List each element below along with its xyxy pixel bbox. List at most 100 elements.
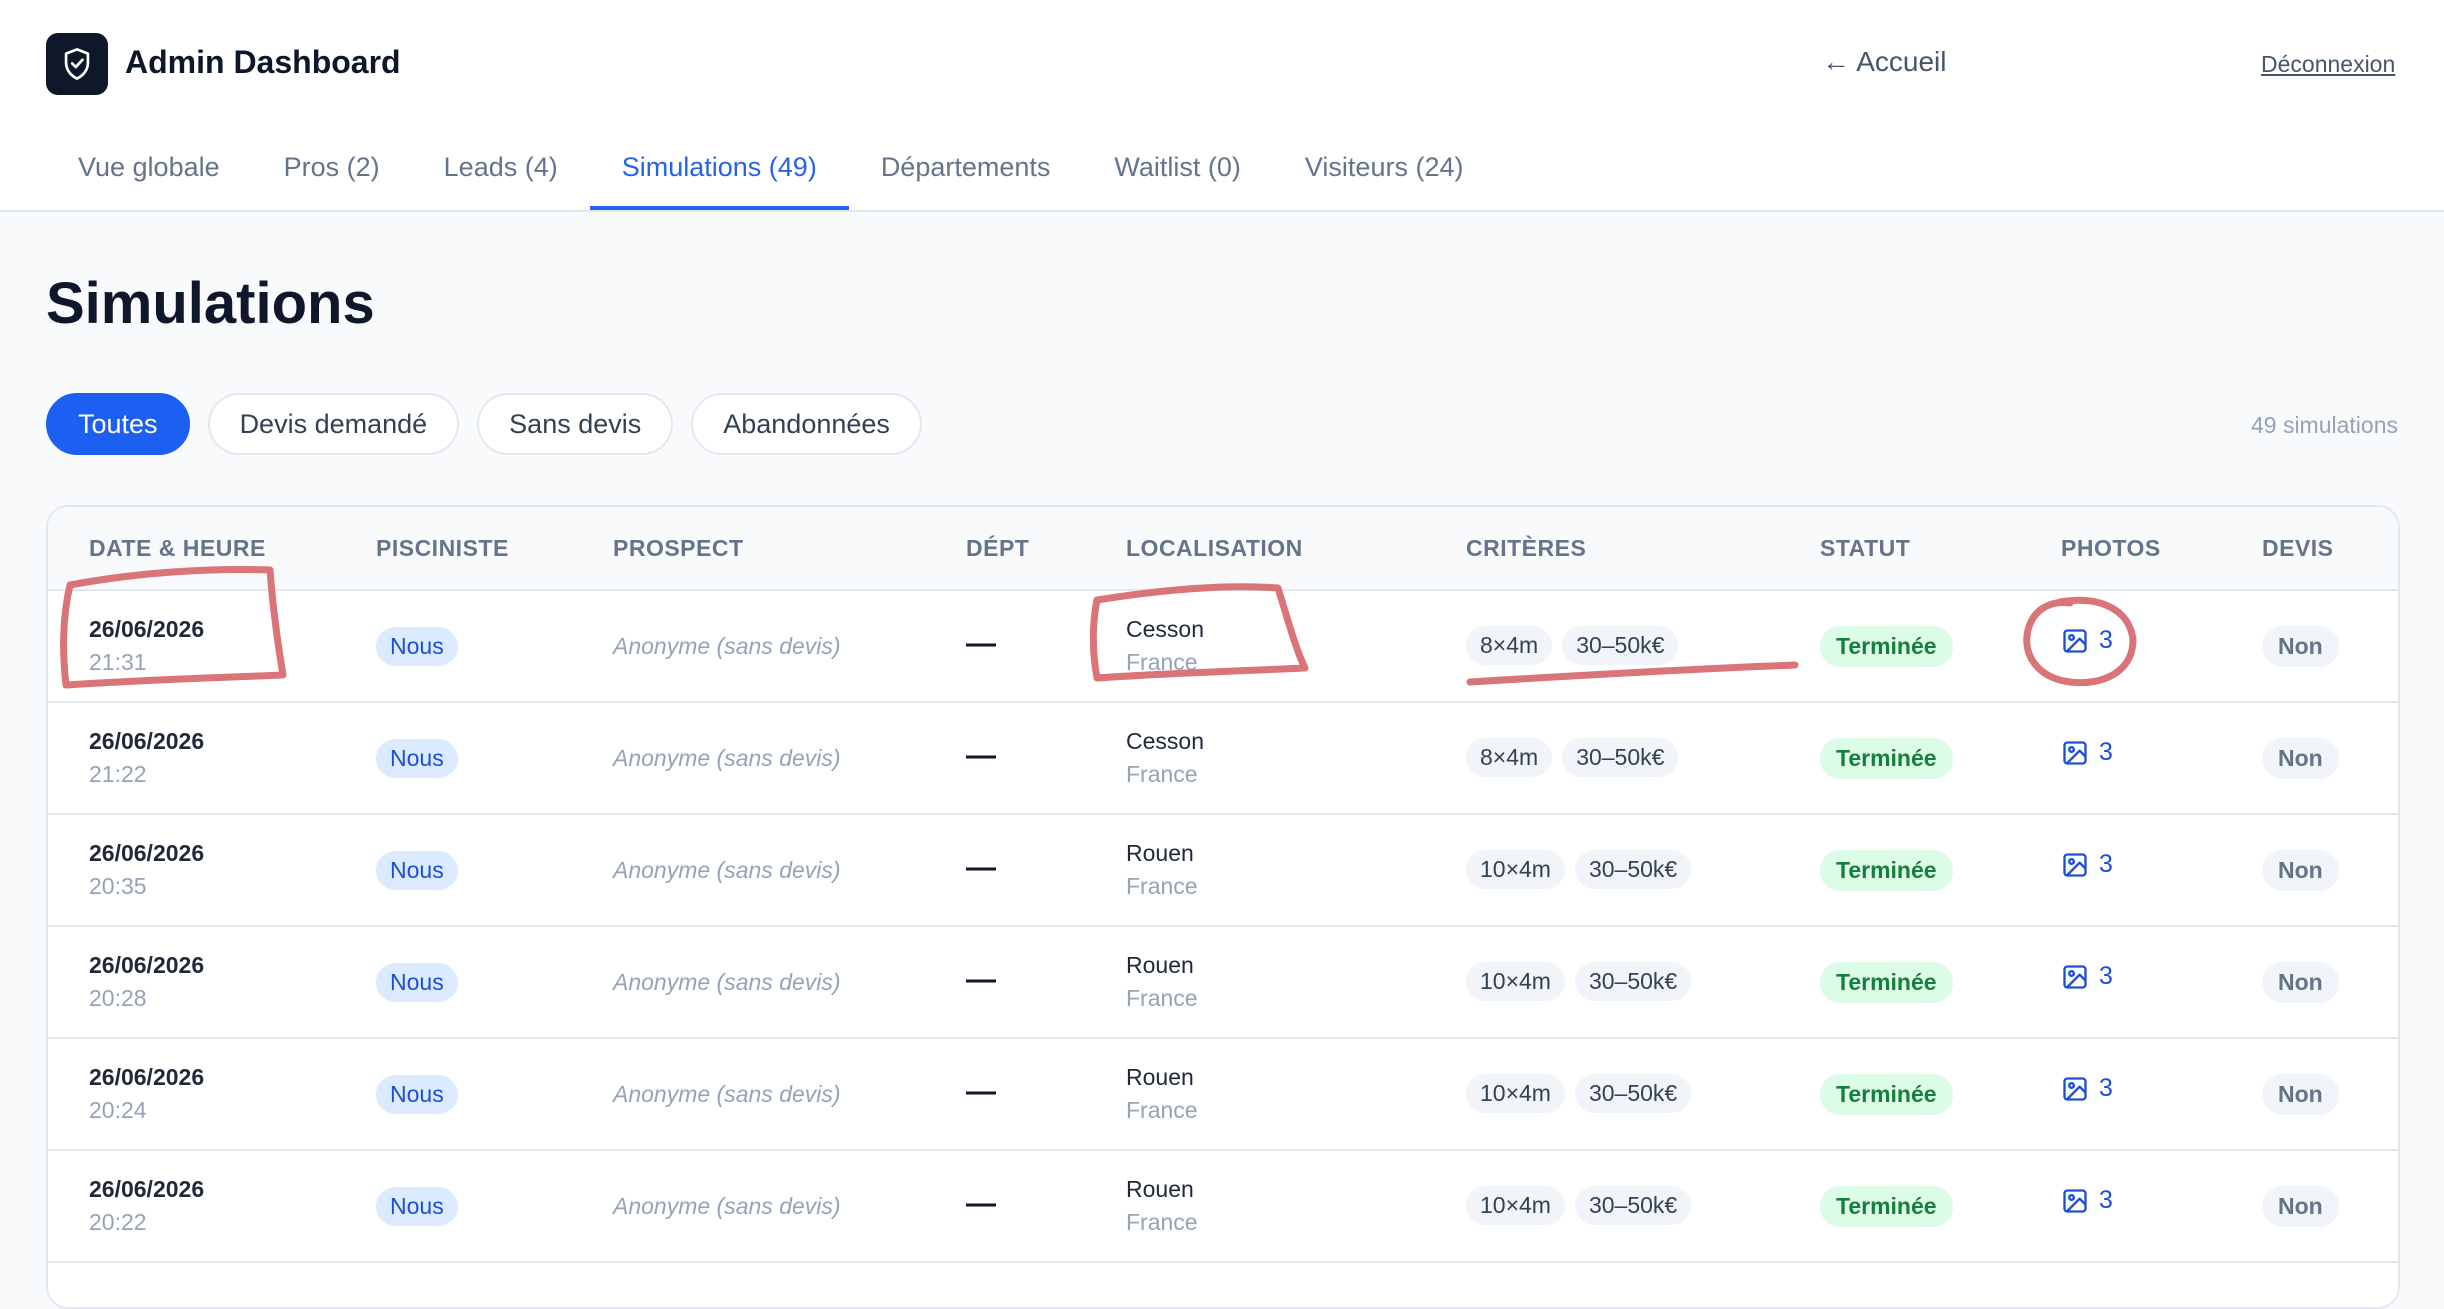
dept-text: — — [966, 739, 996, 772]
tab-pros[interactable]: Pros (2) — [252, 140, 412, 210]
tab-vue-globale[interactable]: Vue globale — [46, 140, 252, 210]
pisciniste-cell: Nous — [376, 1187, 458, 1226]
criteria-cell: 10×4m 30–50k€ — [1466, 962, 1692, 1001]
logo — [46, 33, 108, 95]
filter-abandonnees[interactable]: Abandonnées — [691, 393, 922, 455]
criteria-cell: 10×4m 30–50k€ — [1466, 1186, 1692, 1225]
date-text: 26/06/2026 — [89, 1176, 205, 1202]
table-row[interactable]: 26/06/2026 20:28 Nous Anonyme (sans devis) —… — [48, 925, 2398, 1039]
top-navigation: Admin Dashboard ← Accueil Déconnexion Vu… — [0, 0, 2444, 212]
date-cell: 26/06/2026 20:28 — [89, 952, 204, 1012]
column-header-pisciniste: Pisciniste — [376, 535, 509, 561]
column-header-prospect: Prospect — [613, 535, 744, 561]
location-cell: Rouen France — [1126, 840, 1198, 900]
pisciniste-cell: Nous — [376, 627, 458, 666]
date-text: 26/06/2026 — [89, 952, 205, 978]
budget-pill: 30–50k€ — [1574, 1074, 1692, 1113]
table-row[interactable]: 26/06/2026 20:24 Nous Anonyme (sans devis) —… — [48, 1037, 2398, 1151]
page-title: Simulations — [46, 271, 375, 336]
budget-pill: 30–50k€ — [1574, 850, 1692, 889]
tab-leads[interactable]: Leads (4) — [412, 140, 590, 210]
table-row[interactable]: 26/06/2026 20:22 Nous Anonyme (sans devis) —… — [48, 1149, 2398, 1263]
budget-pill: 30–50k€ — [1574, 962, 1692, 1001]
prospect-cell: Anonyme (sans devis) — [613, 633, 841, 660]
devis-badge: Non — [2262, 1186, 2339, 1227]
prospect-text: Anonyme (sans devis) — [613, 1193, 841, 1219]
country-text: France — [1126, 1209, 1198, 1235]
shield-check-icon — [64, 48, 90, 80]
photos-link[interactable]: 3 — [2061, 1186, 2113, 1215]
size-pill: 8×4m — [1466, 626, 1553, 665]
filter-toutes[interactable]: Toutes — [46, 393, 190, 455]
size-pill: 10×4m — [1466, 1074, 1565, 1113]
photos-link[interactable]: 3 — [2061, 962, 2113, 991]
pisciniste-badge: Nous — [376, 739, 458, 778]
app-title: Admin Dashboard — [125, 44, 401, 80]
status-badge: Terminée — [1820, 1074, 1953, 1115]
column-header-photos: Photos — [2061, 535, 2161, 561]
image-icon — [2063, 1188, 2087, 1213]
time-text: 20:22 — [89, 1209, 147, 1235]
photos-count: 3 — [2099, 1186, 2113, 1214]
logout-link[interactable]: Déconnexion — [2261, 51, 2395, 78]
filter-devis-demande[interactable]: Devis demandé — [207, 393, 460, 455]
status-badge: Terminée — [1820, 738, 1953, 779]
criteria-cell: 10×4m 30–50k€ — [1466, 850, 1692, 889]
pisciniste-cell: Nous — [376, 963, 458, 1002]
tab-departements[interactable]: Départements — [849, 140, 1083, 210]
simulations-table: Date & heure Pisciniste Prospect Dépt Lo… — [46, 505, 2400, 1309]
pisciniste-cell: Nous — [376, 739, 458, 778]
size-pill: 10×4m — [1466, 962, 1565, 1001]
prospect-text: Anonyme (sans devis) — [613, 745, 841, 771]
photos-link[interactable]: 3 — [2061, 738, 2113, 767]
photos-link[interactable]: 3 — [2061, 1074, 2113, 1103]
date-text: 26/06/2026 — [89, 616, 205, 642]
prospect-cell: Anonyme (sans devis) — [613, 969, 841, 996]
date-cell: 26/06/2026 20:22 — [89, 1176, 204, 1236]
city-text: Cesson — [1126, 616, 1204, 642]
devis-cell: Non — [2262, 1186, 2339, 1227]
devis-badge: Non — [2262, 738, 2339, 779]
status-badge: Terminée — [1820, 1186, 1953, 1227]
photos-link[interactable]: 3 — [2061, 850, 2113, 879]
criteria-cell: 8×4m 30–50k€ — [1466, 626, 1679, 665]
image-icon — [2063, 740, 2087, 765]
tab-visiteurs[interactable]: Visiteurs (24) — [1273, 140, 1496, 210]
criteria-cell: 10×4m 30–50k€ — [1466, 1074, 1692, 1113]
date-cell: 26/06/2026 21:22 — [89, 728, 204, 788]
home-link[interactable]: ← Accueil — [1822, 46, 1947, 78]
budget-pill: 30–50k€ — [1562, 626, 1679, 665]
pisciniste-badge: Nous — [376, 1187, 458, 1226]
prospect-cell: Anonyme (sans devis) — [613, 1193, 841, 1220]
time-text: 20:28 — [89, 985, 147, 1011]
size-pill: 8×4m — [1466, 738, 1553, 777]
dept-cell: — — [966, 627, 996, 661]
dept-text: — — [966, 963, 996, 996]
tab-simulations[interactable]: Simulations (49) — [589, 140, 849, 210]
table-row[interactable]: 26/06/2026 20:35 Nous Anonyme (sans devis) —… — [48, 813, 2398, 927]
dept-cell: — — [966, 851, 996, 885]
photos-link[interactable]: 3 — [2061, 626, 2113, 655]
tab-waitlist[interactable]: Waitlist (0) — [1082, 140, 1273, 210]
pisciniste-cell: Nous — [376, 1075, 458, 1114]
city-text: Rouen — [1126, 1064, 1194, 1090]
pisciniste-badge: Nous — [376, 1075, 458, 1114]
location-cell: Cesson France — [1126, 728, 1204, 788]
filter-sans-devis[interactable]: Sans devis — [477, 393, 674, 455]
status-cell: Terminée — [1820, 850, 1953, 891]
date-cell: 26/06/2026 20:35 — [89, 840, 204, 900]
devis-badge: Non — [2262, 626, 2339, 667]
status-cell: Terminée — [1820, 1074, 1953, 1115]
criteria-cell: 8×4m 30–50k€ — [1466, 738, 1679, 777]
table-row[interactable]: 26/06/2026 21:22 Nous Anonyme (sans devis) —… — [48, 701, 2398, 815]
tab-bar: Vue globale Pros (2) Leads (4) Simulatio… — [46, 140, 1495, 210]
country-text: France — [1126, 1097, 1198, 1123]
photos-count: 3 — [2099, 626, 2113, 654]
city-text: Rouen — [1126, 952, 1194, 978]
devis-cell: Non — [2262, 962, 2339, 1003]
prospect-text: Anonyme (sans devis) — [613, 969, 841, 995]
size-pill: 10×4m — [1466, 1186, 1565, 1225]
table-row[interactable]: 26/06/2026 21:31 Nous Anonyme (sans devis) —… — [48, 589, 2398, 703]
status-badge: Terminée — [1820, 962, 1953, 1003]
prospect-cell: Anonyme (sans devis) — [613, 745, 841, 772]
